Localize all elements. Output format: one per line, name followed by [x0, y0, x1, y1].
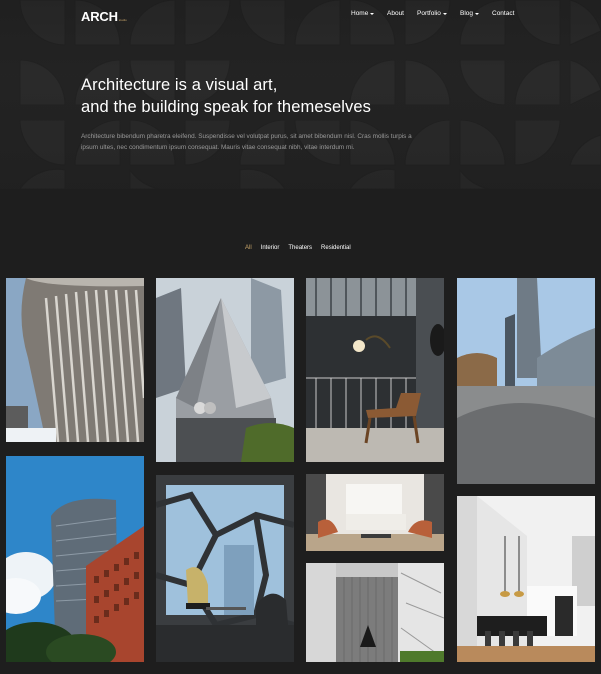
nav-item-home[interactable]: Home — [351, 10, 375, 17]
nav-item-portfolio[interactable]: Portfolio — [417, 10, 447, 17]
gallery-item-terrace-chair[interactable] — [306, 278, 444, 462]
logo-text: ARCH — [81, 9, 118, 24]
chevron-down-icon — [370, 12, 375, 15]
nav-item-blog[interactable]: Blog — [460, 10, 480, 17]
gallery-item-curved-facade[interactable] — [6, 278, 144, 442]
gallery-item-angular-building[interactable] — [156, 278, 294, 462]
terrace-chair-image — [306, 278, 444, 462]
gallery-item-bright-kitchen[interactable] — [457, 496, 595, 662]
gallery-item-hexagon-lounge[interactable] — [156, 475, 294, 662]
hero-description: Architecture bibendum pharetra eleifend.… — [81, 133, 412, 151]
nav-item-label: Contact — [492, 10, 515, 17]
portfolio-filters: All Interior Theaters Residential — [245, 245, 360, 251]
nav-item-label: Home — [351, 10, 369, 17]
nav-item-label: About — [387, 10, 404, 17]
page: ARCH studio Home About Portfolio Blog Co… — [0, 0, 601, 674]
gallery-item-glass-tower[interactable] — [6, 456, 144, 662]
hexagon-lounge-image — [156, 475, 294, 662]
nav-item-label: Portfolio — [417, 10, 441, 17]
hero-title-line-1: Architecture is a visual art, — [81, 76, 278, 94]
nav-item-about[interactable]: About — [387, 10, 404, 17]
curved-facade-image — [6, 278, 144, 442]
angular-building-image — [156, 278, 294, 462]
chevron-down-icon — [442, 12, 447, 15]
filter-residential[interactable]: Residential — [321, 245, 351, 251]
gallery-item-grey-wall-entrance[interactable] — [306, 563, 444, 662]
chevron-down-icon — [475, 12, 480, 15]
logo-subtext: studio — [118, 18, 127, 22]
hero-title-line-2: and the building speak for themeselves — [81, 98, 371, 116]
filter-interior[interactable]: Interior — [261, 245, 280, 251]
nav-item-label: Blog — [460, 10, 474, 17]
glass-tower-image — [6, 456, 144, 662]
nav-item-contact[interactable]: Contact — [492, 10, 514, 17]
filter-all[interactable]: All — [245, 245, 252, 251]
living-room-image — [306, 474, 444, 551]
hero-title: Architecture is a visual art, and the bu… — [81, 74, 371, 118]
kitchen-image — [457, 496, 595, 662]
hero-section: ARCH studio Home About Portfolio Blog Co… — [0, 0, 601, 189]
plaza-towers-image — [457, 278, 595, 484]
gallery-item-plaza-towers[interactable] — [457, 278, 595, 484]
grey-wall-image — [306, 563, 444, 662]
filter-theaters[interactable]: Theaters — [288, 245, 312, 251]
site-logo[interactable]: ARCH studio — [81, 8, 127, 24]
gallery-item-white-living-room[interactable] — [306, 474, 444, 551]
